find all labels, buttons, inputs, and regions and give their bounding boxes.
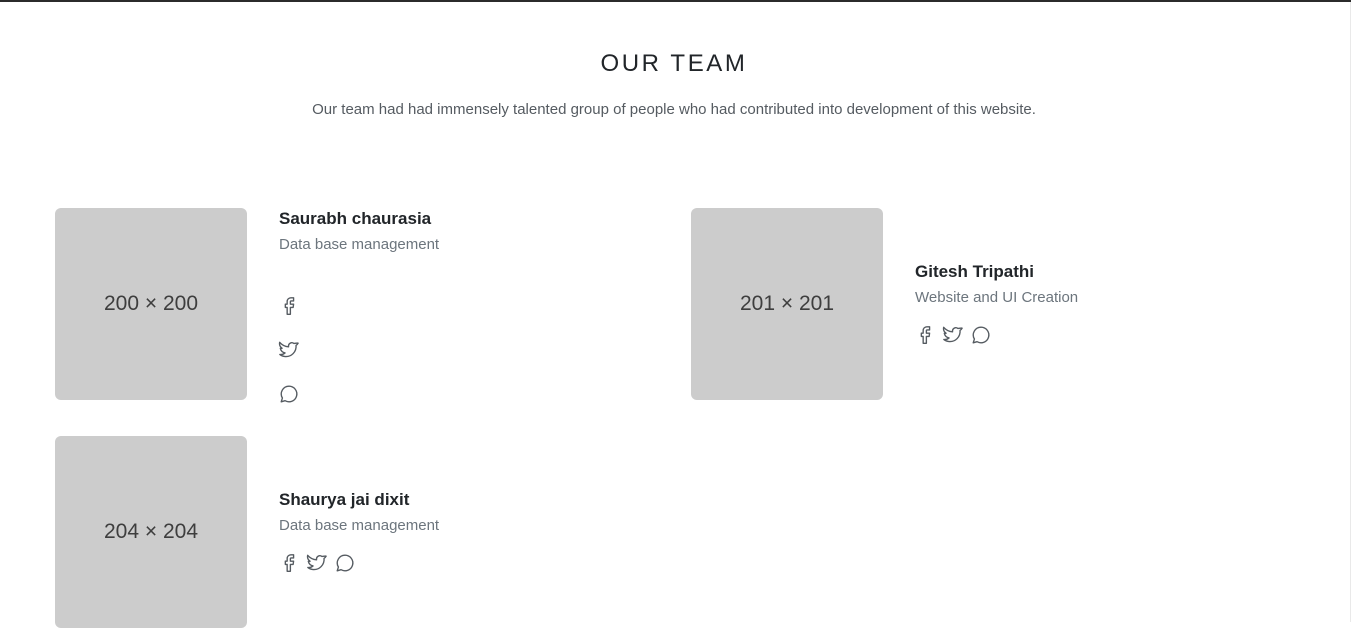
section-title: OUR TEAM [600, 50, 748, 77]
member-photo-placeholder: 200 × 200 [55, 208, 247, 400]
chat-icon[interactable] [970, 324, 992, 346]
chat-icon[interactable] [278, 383, 300, 405]
twitter-icon[interactable] [942, 324, 964, 346]
member-role: Website and UI Creation [915, 289, 1079, 306]
section-subtitle: Our team had had immensely talented grou… [312, 101, 1036, 118]
facebook-icon[interactable] [914, 324, 936, 346]
member-name: Gitesh Tripathi [915, 262, 1035, 281]
twitter-icon[interactable] [278, 339, 300, 361]
member-role: Data base management [279, 517, 440, 534]
chat-icon[interactable] [334, 552, 356, 574]
member-name: Saurabh chaurasia [279, 209, 432, 228]
member-name: Shaurya jai dixit [279, 490, 410, 509]
member-role: Data base management [279, 236, 440, 253]
facebook-icon[interactable] [278, 295, 300, 317]
facebook-icon[interactable] [278, 552, 300, 574]
member-photo-placeholder: 204 × 204 [55, 436, 247, 628]
twitter-icon[interactable] [306, 552, 328, 574]
member-photo-placeholder: 201 × 201 [691, 208, 883, 400]
